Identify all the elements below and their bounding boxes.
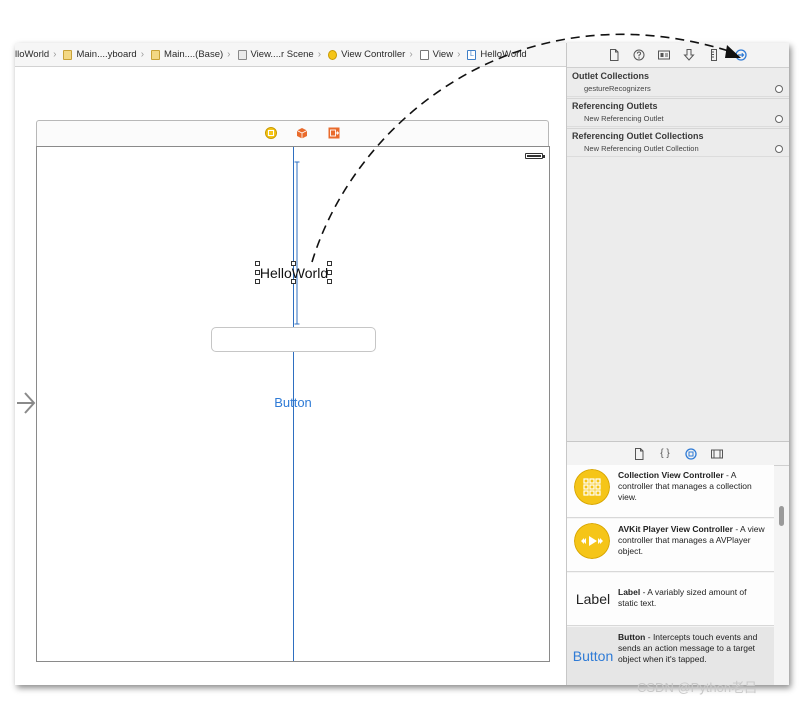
connection-drag-arrow [311, 33, 741, 263]
watermark: CSDN @Python老吕 [637, 680, 758, 695]
